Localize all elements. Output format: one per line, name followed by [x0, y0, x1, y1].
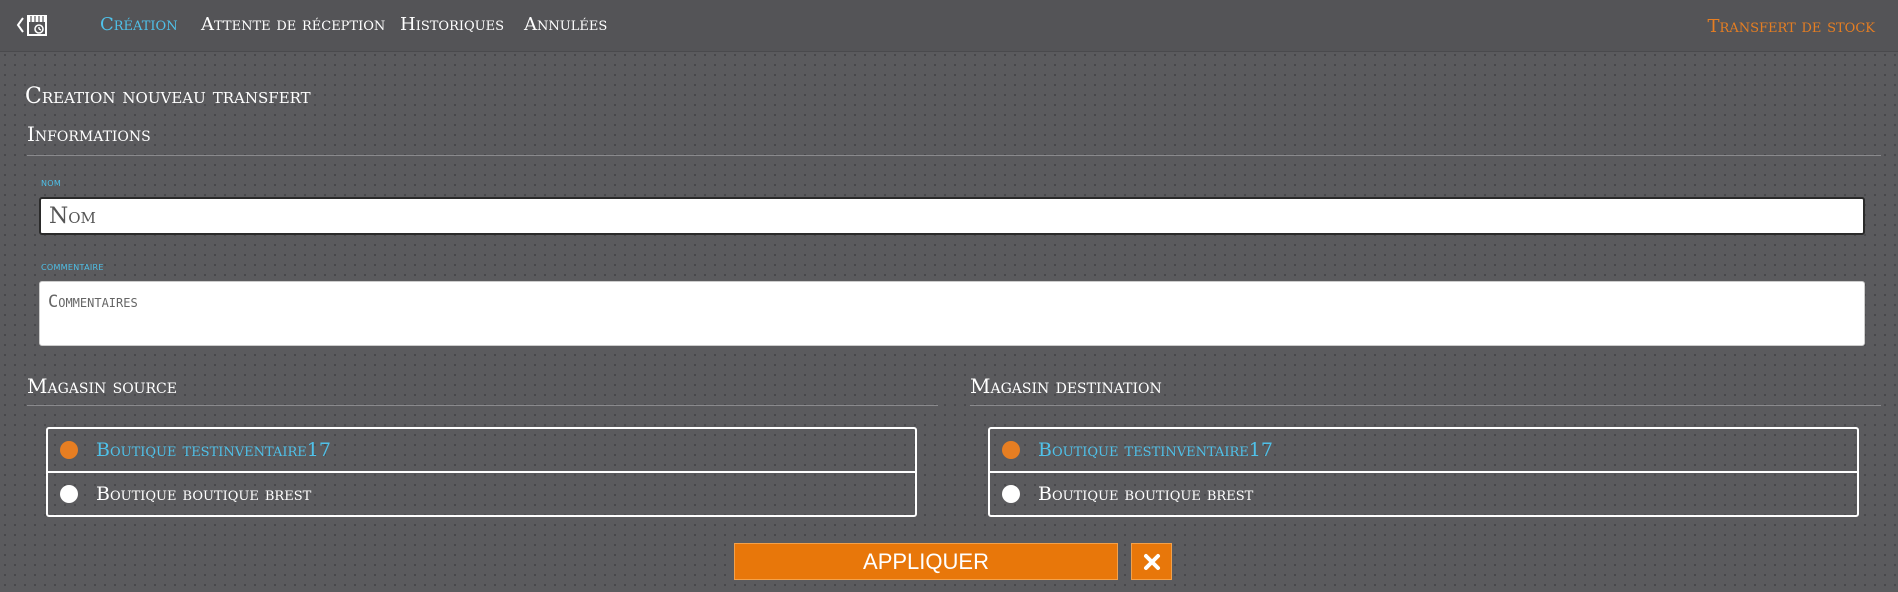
tab-attente-reception[interactable]: Attente de réception [201, 14, 385, 35]
section-informations-title: Informations [27, 122, 151, 146]
tab-creation[interactable]: Création [100, 14, 178, 35]
module-title: Transfert de stock [1707, 16, 1875, 37]
destination-option-boutique-brest[interactable]: Boutique boutique brest [990, 471, 1857, 515]
divider [27, 405, 938, 406]
destination-option-testinventaire17[interactable]: Boutique testinventaire17 [990, 429, 1857, 471]
name-input[interactable] [39, 197, 1865, 235]
page-title: Creation nouveau transfert [25, 84, 311, 109]
top-navigation-bar: Création Attente de réception Historique… [0, 0, 1898, 52]
tab-historiques[interactable]: Historiques [400, 14, 504, 35]
option-label: Boutique testinventaire17 [96, 439, 331, 461]
divider [27, 155, 1881, 156]
apply-button[interactable]: APPLIQUER [734, 543, 1118, 580]
cancel-button[interactable] [1131, 543, 1172, 580]
close-icon [1143, 553, 1160, 570]
source-option-testinventaire17[interactable]: Boutique testinventaire17 [48, 429, 915, 471]
radio-selected-icon [1002, 441, 1020, 459]
option-label: Boutique testinventaire17 [1038, 439, 1273, 461]
comment-field-label: commentaire [41, 260, 104, 273]
source-store-list: Boutique testinventaire17 Boutique bouti… [46, 427, 917, 517]
source-store-title: Magasin source [27, 374, 177, 398]
destination-store-list: Boutique testinventaire17 Boutique bouti… [988, 427, 1859, 517]
radio-unselected-icon [60, 485, 78, 503]
divider [970, 405, 1881, 406]
back-store-icon[interactable] [16, 13, 52, 39]
radio-unselected-icon [1002, 485, 1020, 503]
destination-store-title: Magasin destination [970, 374, 1162, 398]
radio-selected-icon [60, 441, 78, 459]
option-label: Boutique boutique brest [96, 483, 312, 505]
comment-textarea[interactable] [39, 281, 1865, 346]
option-label: Boutique boutique brest [1038, 483, 1254, 505]
name-field-label: nom [41, 176, 62, 189]
tab-annulees[interactable]: Annulées [524, 14, 607, 35]
source-option-boutique-brest[interactable]: Boutique boutique brest [48, 471, 915, 515]
